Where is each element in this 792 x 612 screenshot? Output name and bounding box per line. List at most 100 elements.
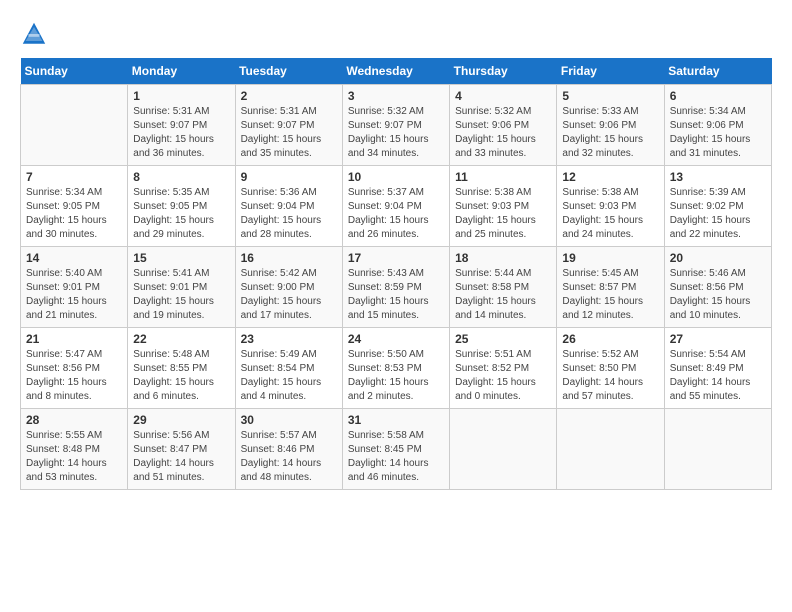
calendar-cell: 28Sunrise: 5:55 AM Sunset: 8:48 PM Dayli…: [21, 409, 128, 490]
day-info: Sunrise: 5:45 AM Sunset: 8:57 PM Dayligh…: [562, 267, 658, 323]
day-info: Sunrise: 5:54 AM Sunset: 8:49 PM Dayligh…: [670, 348, 766, 404]
calendar-cell: 10 Sunrise: 5:37 AM Sunset: 9:04 PM Dayli…: [342, 166, 449, 247]
day-info: Sunrise: 5:36 AM Sunset: 9:04 PM Dayligh…: [241, 186, 337, 242]
day-number: 2: [241, 89, 337, 103]
day-number: 31: [348, 413, 444, 427]
day-info: Sunrise: 5:34 AM Sunset: 9:06 PM Dayligh…: [670, 105, 766, 161]
calendar-cell: 16 Sunrise: 5:42 AM Sunset: 9:00 PM Dayli…: [235, 247, 342, 328]
day-number: 20: [670, 251, 766, 265]
day-number: 7: [26, 170, 122, 184]
calendar-cell: 23 Sunrise: 5:49 AM Sunset: 8:54 PM Dayli…: [235, 328, 342, 409]
page-header: [20, 20, 772, 48]
day-number: 25: [455, 332, 551, 346]
day-number: 4: [455, 89, 551, 103]
calendar-cell: 12 Sunrise: 5:38 AM Sunset: 9:03 PM Dayli…: [557, 166, 664, 247]
calendar-cell: 17 Sunrise: 5:43 AM Sunset: 8:59 PM Dayli…: [342, 247, 449, 328]
calendar-cell: 24 Sunrise: 5:50 AM Sunset: 8:53 PM Dayli…: [342, 328, 449, 409]
day-number: 27: [670, 332, 766, 346]
calendar-cell: [557, 409, 664, 490]
calendar-week-row: 28Sunrise: 5:55 AM Sunset: 8:48 PM Dayli…: [21, 409, 772, 490]
calendar-cell: 14 Sunrise: 5:40 AM Sunset: 9:01 PM Dayli…: [21, 247, 128, 328]
calendar-cell: 18Sunrise: 5:44 AM Sunset: 8:58 PM Dayli…: [450, 247, 557, 328]
day-number: 12: [562, 170, 658, 184]
day-info: Sunrise: 5:58 AM Sunset: 8:45 PM Dayligh…: [348, 429, 444, 485]
header-day-saturday: Saturday: [664, 58, 771, 85]
day-info: Sunrise: 5:31 AM Sunset: 9:07 PM Dayligh…: [241, 105, 337, 161]
day-info: Sunrise: 5:49 AM Sunset: 8:54 PM Dayligh…: [241, 348, 337, 404]
calendar-cell: 27 Sunrise: 5:54 AM Sunset: 8:49 PM Dayli…: [664, 328, 771, 409]
day-number: 21: [26, 332, 122, 346]
calendar-cell: 2 Sunrise: 5:31 AM Sunset: 9:07 PM Daylig…: [235, 85, 342, 166]
day-info: Sunrise: 5:32 AM Sunset: 9:07 PM Dayligh…: [348, 105, 444, 161]
day-info: Sunrise: 5:38 AM Sunset: 9:03 PM Dayligh…: [455, 186, 551, 242]
calendar-cell: [21, 85, 128, 166]
calendar-cell: 25Sunrise: 5:51 AM Sunset: 8:52 PM Dayli…: [450, 328, 557, 409]
day-number: 3: [348, 89, 444, 103]
day-number: 28: [26, 413, 122, 427]
day-number: 10: [348, 170, 444, 184]
header-day-sunday: Sunday: [21, 58, 128, 85]
calendar-cell: [450, 409, 557, 490]
calendar-cell: [664, 409, 771, 490]
day-number: 8: [133, 170, 229, 184]
day-info: Sunrise: 5:50 AM Sunset: 8:53 PM Dayligh…: [348, 348, 444, 404]
calendar-week-row: 1 Sunrise: 5:31 AM Sunset: 9:07 PM Daylig…: [21, 85, 772, 166]
day-info: Sunrise: 5:33 AM Sunset: 9:06 PM Dayligh…: [562, 105, 658, 161]
calendar-cell: 6 Sunrise: 5:34 AM Sunset: 9:06 PM Daylig…: [664, 85, 771, 166]
calendar-cell: 8 Sunrise: 5:35 AM Sunset: 9:05 PM Daylig…: [128, 166, 235, 247]
day-number: 29: [133, 413, 229, 427]
day-number: 24: [348, 332, 444, 346]
day-number: 5: [562, 89, 658, 103]
calendar-cell: 26 Sunrise: 5:52 AM Sunset: 8:50 PM Dayli…: [557, 328, 664, 409]
day-info: Sunrise: 5:35 AM Sunset: 9:05 PM Dayligh…: [133, 186, 229, 242]
day-info: Sunrise: 5:32 AM Sunset: 9:06 PM Dayligh…: [455, 105, 551, 161]
header-day-thursday: Thursday: [450, 58, 557, 85]
day-number: 17: [348, 251, 444, 265]
calendar-week-row: 14 Sunrise: 5:40 AM Sunset: 9:01 PM Dayli…: [21, 247, 772, 328]
logo: [20, 20, 50, 48]
header-day-tuesday: Tuesday: [235, 58, 342, 85]
calendar-cell: 4 Sunrise: 5:32 AM Sunset: 9:06 PM Daylig…: [450, 85, 557, 166]
day-info: Sunrise: 5:37 AM Sunset: 9:04 PM Dayligh…: [348, 186, 444, 242]
calendar-cell: 11 Sunrise: 5:38 AM Sunset: 9:03 PM Dayli…: [450, 166, 557, 247]
day-info: Sunrise: 5:40 AM Sunset: 9:01 PM Dayligh…: [26, 267, 122, 323]
day-info: Sunrise: 5:43 AM Sunset: 8:59 PM Dayligh…: [348, 267, 444, 323]
day-number: 30: [241, 413, 337, 427]
calendar-cell: 29 Sunrise: 5:56 AM Sunset: 8:47 PM Dayli…: [128, 409, 235, 490]
day-number: 16: [241, 251, 337, 265]
calendar-cell: 31 Sunrise: 5:58 AM Sunset: 8:45 PM Dayli…: [342, 409, 449, 490]
day-number: 11: [455, 170, 551, 184]
logo-icon: [20, 20, 48, 48]
day-number: 14: [26, 251, 122, 265]
calendar-cell: 3 Sunrise: 5:32 AM Sunset: 9:07 PM Daylig…: [342, 85, 449, 166]
calendar-week-row: 7 Sunrise: 5:34 AM Sunset: 9:05 PM Daylig…: [21, 166, 772, 247]
day-info: Sunrise: 5:46 AM Sunset: 8:56 PM Dayligh…: [670, 267, 766, 323]
calendar-cell: 7 Sunrise: 5:34 AM Sunset: 9:05 PM Daylig…: [21, 166, 128, 247]
day-info: Sunrise: 5:31 AM Sunset: 9:07 PM Dayligh…: [133, 105, 229, 161]
day-info: Sunrise: 5:57 AM Sunset: 8:46 PM Dayligh…: [241, 429, 337, 485]
day-number: 26: [562, 332, 658, 346]
day-number: 18: [455, 251, 551, 265]
day-info: Sunrise: 5:48 AM Sunset: 8:55 PM Dayligh…: [133, 348, 229, 404]
day-info: Sunrise: 5:38 AM Sunset: 9:03 PM Dayligh…: [562, 186, 658, 242]
calendar-table: SundayMondayTuesdayWednesdayThursdayFrid…: [20, 58, 772, 490]
header-day-wednesday: Wednesday: [342, 58, 449, 85]
day-info: Sunrise: 5:47 AM Sunset: 8:56 PM Dayligh…: [26, 348, 122, 404]
day-info: Sunrise: 5:56 AM Sunset: 8:47 PM Dayligh…: [133, 429, 229, 485]
day-info: Sunrise: 5:52 AM Sunset: 8:50 PM Dayligh…: [562, 348, 658, 404]
calendar-cell: 13Sunrise: 5:39 AM Sunset: 9:02 PM Dayli…: [664, 166, 771, 247]
day-info: Sunrise: 5:34 AM Sunset: 9:05 PM Dayligh…: [26, 186, 122, 242]
calendar-week-row: 21 Sunrise: 5:47 AM Sunset: 8:56 PM Dayli…: [21, 328, 772, 409]
day-info: Sunrise: 5:41 AM Sunset: 9:01 PM Dayligh…: [133, 267, 229, 323]
calendar-cell: 30 Sunrise: 5:57 AM Sunset: 8:46 PM Dayli…: [235, 409, 342, 490]
day-number: 22: [133, 332, 229, 346]
day-number: 1: [133, 89, 229, 103]
day-number: 6: [670, 89, 766, 103]
calendar-cell: 15Sunrise: 5:41 AM Sunset: 9:01 PM Dayli…: [128, 247, 235, 328]
day-info: Sunrise: 5:42 AM Sunset: 9:00 PM Dayligh…: [241, 267, 337, 323]
calendar-cell: 9Sunrise: 5:36 AM Sunset: 9:04 PM Daylig…: [235, 166, 342, 247]
calendar-cell: 19Sunrise: 5:45 AM Sunset: 8:57 PM Dayli…: [557, 247, 664, 328]
day-number: 23: [241, 332, 337, 346]
calendar-cell: 21 Sunrise: 5:47 AM Sunset: 8:56 PM Dayli…: [21, 328, 128, 409]
header-day-friday: Friday: [557, 58, 664, 85]
